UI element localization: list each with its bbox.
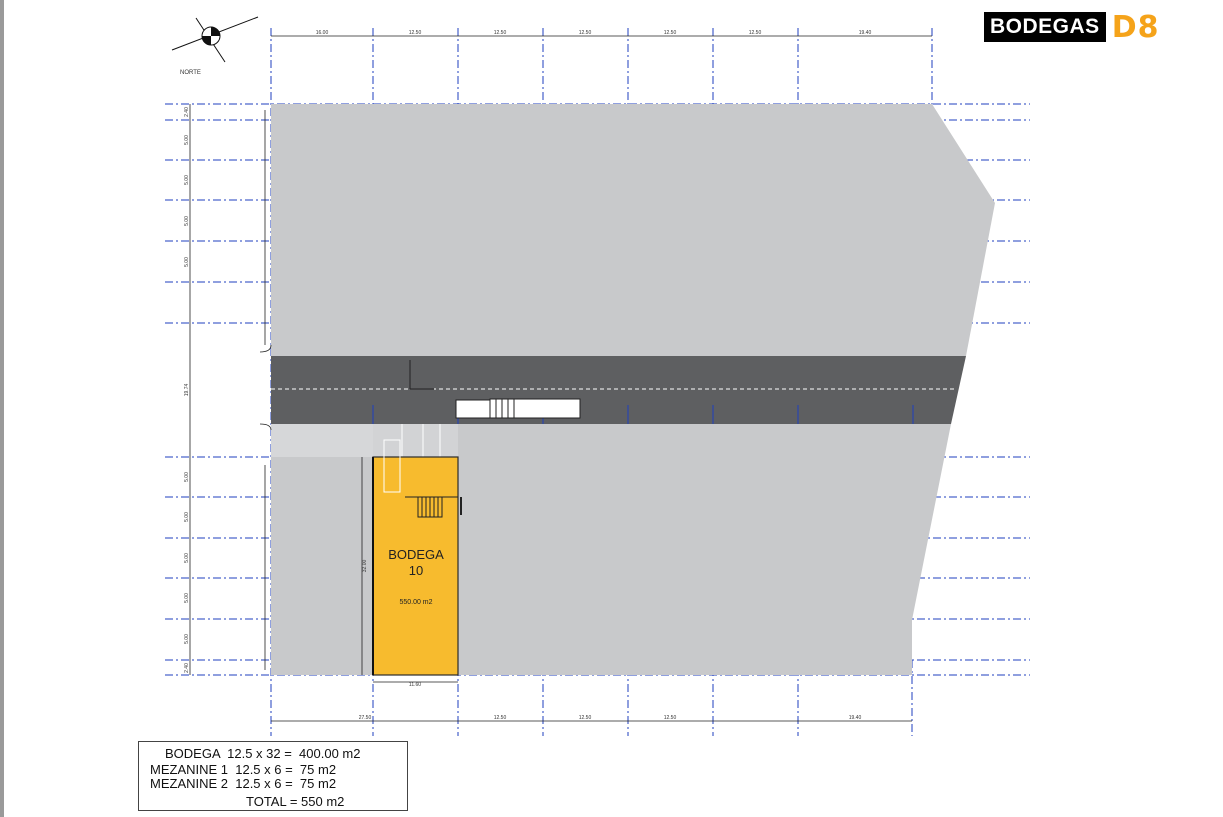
- brand-accent: D8: [1111, 9, 1160, 45]
- brand-logo: BODEGAS D8: [984, 9, 1160, 45]
- unit-title: BODEGA: [388, 547, 444, 562]
- dim-left-12: 2.40: [184, 663, 190, 673]
- dim-top-6: 12.50: [749, 30, 762, 36]
- dim-bottom-4: 12.50: [664, 715, 677, 721]
- dim-left-5: 5.00: [184, 257, 190, 267]
- lot-southwest: [271, 424, 373, 675]
- dim-left-2: 5.00: [184, 135, 190, 145]
- dim-left-1: 2.40: [184, 107, 190, 117]
- dim-top-1: 16.00: [316, 30, 329, 36]
- dim-top-3: 12.50: [494, 30, 507, 36]
- street: [271, 356, 966, 424]
- lot-southeast: [458, 424, 951, 675]
- stairs-icon: [417, 496, 443, 518]
- dim-unit-width: 11.60: [409, 682, 421, 688]
- summary-row-total: TOTAL = 550 m2: [246, 794, 345, 809]
- dim-left-9: 5.00: [184, 553, 190, 563]
- unit-number: 10: [409, 563, 423, 578]
- dim-left-10: 5.00: [184, 593, 190, 603]
- dim-left-7: 5.00: [184, 472, 190, 482]
- site-plan: NORTE 16.00 12.50 12.50 12.50 12.50 12.5…: [165, 16, 1030, 736]
- summary-row-mezanine-1: MEZANINE 1 12.5 x 6 = 75 m2: [150, 762, 337, 777]
- dim-top-5: 12.50: [664, 30, 677, 36]
- dim-bottom-2: 12.50: [494, 715, 507, 721]
- compass-label: NORTE: [180, 70, 201, 76]
- dim-top-2: 12.50: [409, 30, 422, 36]
- gate-area: [271, 424, 373, 457]
- area-summary-table: BODEGA 12.5 x 32 = 400.00 m2 MEZANINE 1 …: [138, 741, 408, 811]
- summary-row-bodega: BODEGA 12.5 x 32 = 400.00 m2: [165, 746, 361, 761]
- dim-left-6: 19.74: [184, 384, 190, 397]
- truck-icon: [455, 398, 581, 419]
- dim-left-3: 5.00: [184, 175, 190, 185]
- dim-left-8: 5.00: [184, 512, 190, 522]
- dim-unit-depth: 32.00: [362, 560, 368, 573]
- brand-name: BODEGAS: [984, 12, 1106, 42]
- dim-bottom-3: 12.50: [579, 715, 592, 721]
- north-arrow-icon: [171, 16, 259, 63]
- dim-top-7: 19.40: [859, 30, 872, 36]
- dim-top-4: 12.50: [579, 30, 592, 36]
- dim-bottom-1: 27.50: [359, 715, 372, 721]
- dim-left-11: 5.00: [184, 634, 190, 644]
- dim-left-4: 5.00: [184, 216, 190, 226]
- summary-row-mezanine-2: MEZANINE 2 12.5 x 6 = 75 m2: [150, 776, 337, 791]
- unit-area: 550.00 m2: [399, 599, 432, 606]
- dim-bottom-5: 19.40: [849, 715, 862, 721]
- lot-north: [271, 104, 995, 356]
